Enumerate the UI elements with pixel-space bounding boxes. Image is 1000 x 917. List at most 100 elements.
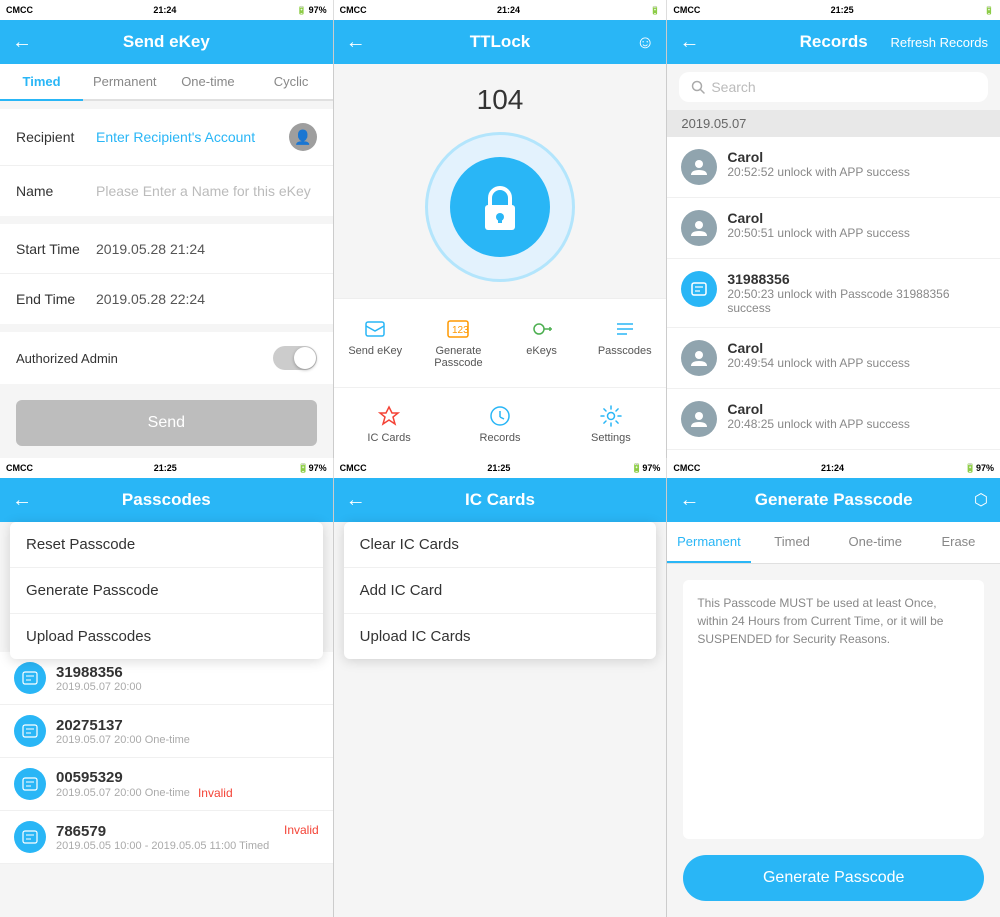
record-time-0: 20:52:52 unlock with APP success [727,165,910,179]
share-icon-s6[interactable]: ⬡ [974,490,988,510]
screen-passcodes: ← Passcodes Reset Passcode Generate Pass… [0,478,334,917]
search-icon [691,80,705,94]
record-time-1: 20:50:51 unlock with APP success [727,226,910,240]
back-button-s1[interactable]: ← [12,31,32,54]
name-input[interactable]: Please Enter a Name for this eKey [96,183,317,199]
tab-cyclic[interactable]: Cyclic [250,64,333,99]
passcode-code-row-3: 786579 Invalid [56,823,319,840]
screen-records: ← Records Refresh Records Search 2019.05… [667,20,1000,458]
person-icon-0 [689,157,709,177]
record-info-1: Carol 20:50:51 unlock with APP success [727,210,910,240]
contact-icon[interactable]: 👤 [289,123,317,151]
back-button-s3[interactable]: ← [679,31,699,54]
ttlock-menu: Send eKey 123 Generate Passcode eKeys Pa… [334,298,667,458]
tab-permanent[interactable]: Permanent [83,64,166,99]
status-bar-s2: CMCC 21:24 🔋 [334,0,668,20]
menu-gen-passcode-label: Generate Passcode [421,345,496,369]
back-button-s6[interactable]: ← [679,489,699,512]
menu-row1: Send eKey 123 Generate Passcode eKeys Pa… [334,299,667,387]
refresh-records-button[interactable]: Refresh Records [890,35,988,50]
end-time-value[interactable]: 2019.05.28 22:24 [96,291,317,307]
screen-send-ekey: ← Send eKey Timed Permanent One-time Cyc… [0,20,334,458]
gen-passcode-icon: 123 [446,317,470,341]
dropdown-reset-passcode[interactable]: Reset Passcode [10,522,323,568]
battery-s1: 🔋97% [297,5,327,15]
menu-send-ekey[interactable]: Send eKey [334,305,417,381]
tab-one-time[interactable]: One-time [166,64,249,99]
dropdown-clear-ic[interactable]: Clear IC Cards [344,522,657,568]
back-button-s5[interactable]: ← [346,489,366,512]
record-name-4: Carol [727,401,910,417]
person-icon-4 [689,409,709,429]
topbar-records: ← Records Refresh Records [667,20,1000,64]
menu-ic-cards[interactable]: IC Cards [334,392,445,456]
send-ekey-icon [363,317,387,341]
gen-notice: This Passcode MUST be used at least Once… [683,580,984,839]
passcode-meta-row-2: 2019.05.07 20:00 One-time Invalid [56,786,319,800]
code-icon-2 [689,279,709,299]
record-info-0: Carol 20:52:52 unlock with APP success [727,149,910,179]
start-time-value[interactable]: 2019.05.28 21:24 [96,241,317,257]
tab-timed[interactable]: Timed [0,64,83,101]
dropdown-gen-passcode[interactable]: Generate Passcode [10,568,323,614]
passcode-item-3[interactable]: 786579 Invalid 2019.05.05 10:00 - 2019.0… [0,811,333,864]
menu-settings[interactable]: Settings [555,392,666,456]
record-item-1[interactable]: Carol 20:50:51 unlock with APP success [667,198,1000,259]
status-bar-s3: CMCC 21:25 🔋 [667,0,1000,20]
back-button-s2[interactable]: ← [346,31,366,54]
date-header: 2019.05.07 [667,110,1000,137]
admin-toggle[interactable] [273,346,317,370]
dropdown-add-ic[interactable]: Add IC Card [344,568,657,614]
menu-gen-passcode[interactable]: 123 Generate Passcode [417,305,500,381]
title-gen-passcode: Generate Passcode [755,490,913,510]
recipient-input[interactable]: Enter Recipient's Account [96,129,289,145]
passcode-item-0[interactable]: 31988356 2019.05.07 20:00 [0,652,333,705]
menu-ekeys-label: eKeys [526,345,557,357]
back-button-s4[interactable]: ← [12,489,32,512]
hash-icon-3 [21,828,39,846]
passcode-icon-0 [14,662,46,694]
gen-passcode-button[interactable]: Generate Passcode [683,855,984,901]
admin-section: Authorized Admin [0,332,333,384]
passcode-info-1: 20275137 2019.05.07 20:00 One-time [56,717,319,746]
record-avatar-3 [681,340,717,376]
record-info-2: 31988356 20:50:23 unlock with Passcode 3… [727,271,986,315]
topbar-ic-cards: ← IC Cards [334,478,667,522]
passcode-code-0: 31988356 [56,664,319,681]
record-item-3[interactable]: Carol 20:49:54 unlock with APP success [667,328,1000,389]
ekey-tabs: Timed Permanent One-time Cyclic [0,64,333,101]
lock-inner[interactable] [450,157,550,257]
time-s2: 21:24 [497,5,520,15]
gen-tab-erase[interactable]: Erase [917,522,1000,563]
screen-ttlock: ← TTLock ☺ 104 [334,20,668,458]
name-label: Name [16,183,96,199]
menu-ekeys[interactable]: eKeys [500,305,583,381]
dropdown-upload-ic[interactable]: Upload IC Cards [344,614,657,659]
passcode-meta-0: 2019.05.07 20:00 [56,681,319,693]
records-list: 2019.05.07 Carol 20:52:52 unlock with AP… [667,110,1000,458]
search-container[interactable]: Search [679,72,988,102]
send-button[interactable]: Send [16,400,317,446]
svg-text:123: 123 [452,325,469,336]
ic-dropdown: Clear IC Cards Add IC Card Upload IC Car… [344,522,657,659]
title-records: Records [800,32,868,52]
passcode-code-3: 786579 [56,823,106,840]
passcode-item-1[interactable]: 20275137 2019.05.07 20:00 One-time [0,705,333,758]
record-item-2[interactable]: 31988356 20:50:23 unlock with Passcode 3… [667,259,1000,328]
menu-passcodes-label: Passcodes [598,345,652,357]
gen-tab-permanent[interactable]: Permanent [667,522,750,563]
person-icon-3 [689,348,709,368]
menu-records[interactable]: Records [445,392,556,456]
record-item-0[interactable]: Carol 20:52:52 unlock with APP success [667,137,1000,198]
gen-tab-one-time[interactable]: One-time [834,522,917,563]
record-item-5[interactable]: Carol 20:44:25 unlock with APP success [667,450,1000,458]
settings-icon-s2[interactable]: ☺ [636,32,654,53]
dropdown-upload-passcodes[interactable]: Upload Passcodes [10,614,323,659]
time-section: Start Time 2019.05.28 21:24 End Time 201… [0,224,333,324]
record-item-4[interactable]: Carol 20:48:25 unlock with APP success [667,389,1000,450]
passcode-item-2[interactable]: 00595329 2019.05.07 20:00 One-time Inval… [0,758,333,811]
search-placeholder[interactable]: Search [711,79,755,95]
gen-tab-timed[interactable]: Timed [751,522,834,563]
menu-passcodes[interactable]: Passcodes [583,305,666,381]
record-info-3: Carol 20:49:54 unlock with APP success [727,340,910,370]
